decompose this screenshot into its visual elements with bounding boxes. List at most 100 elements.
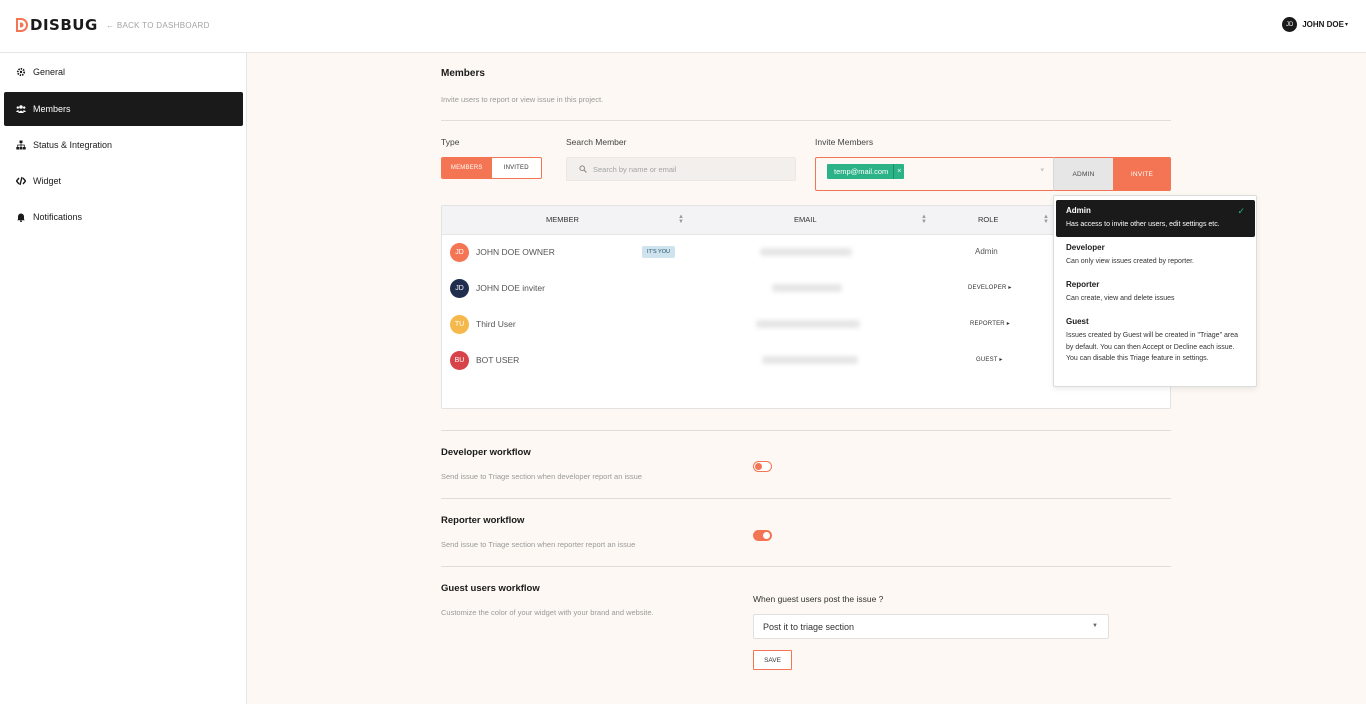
sidebar: General Members Status & Integration Wid… [0, 53, 247, 704]
role-option-name: Guest [1066, 317, 1089, 326]
page-title: Members [441, 68, 485, 79]
email-tag-text: temp@mail.com [834, 167, 889, 176]
reporter-workflow-toggle[interactable] [753, 530, 772, 541]
user-menu[interactable]: JD JOHN DOE ▾ [1282, 17, 1348, 32]
caret-down-icon: ▾ [1344, 22, 1348, 28]
guest-post-select[interactable]: Post it to triage section ▼ [753, 614, 1109, 639]
member-name: BOT USER [476, 355, 520, 365]
code-icon [15, 176, 26, 187]
sidebar-item-label: Members [33, 104, 71, 114]
disbug-logo[interactable]: DISBUG [16, 16, 98, 34]
toggle-knob [763, 532, 770, 539]
sidebar-item-label: Status & Integration [33, 140, 113, 150]
user-avatar: JD [1282, 17, 1298, 32]
toggle-knob [755, 463, 762, 470]
user-name: JOHN DOE [1302, 20, 1344, 29]
back-to-dashboard-link[interactable]: ← BACK TO DASHBOARD [106, 21, 210, 30]
role-select-button[interactable]: ADMIN [1053, 157, 1113, 191]
sidebar-item-general[interactable]: General [4, 55, 243, 89]
email-tag: temp@mail.com × [827, 164, 905, 179]
role-option-admin[interactable]: Admin Has access to invite other users, … [1056, 200, 1255, 237]
avatar: JD [450, 279, 469, 298]
member-name: Third User [476, 319, 516, 329]
divider [441, 566, 1171, 567]
sort-icon[interactable]: ▲ ▼ [921, 214, 927, 225]
email-redacted [760, 248, 852, 256]
member-name: JOHN DOE inviter [476, 283, 545, 293]
invite-label: Invite Members [815, 137, 874, 147]
role-option-description: Can create, view and delete issues [1066, 295, 1175, 302]
developer-workflow-title: Developer workflow [441, 447, 531, 458]
sort-icon[interactable]: ▲ ▼ [678, 214, 684, 225]
remove-tag-icon[interactable]: × [893, 164, 904, 179]
users-icon [15, 104, 26, 115]
sidebar-item-label: Widget [33, 176, 62, 186]
member-role-dropdown[interactable]: REPORTER ▸ [970, 320, 1010, 327]
column-header-email[interactable]: EMAIL [794, 215, 817, 224]
email-redacted [762, 356, 858, 364]
search-box [566, 157, 796, 181]
divider [441, 120, 1171, 121]
column-header-member[interactable]: MEMBER [546, 215, 579, 224]
member-role: Admin [975, 247, 998, 256]
save-button[interactable]: SAVE [753, 650, 792, 670]
reporter-workflow-description: Send issue to Triage section when report… [441, 540, 636, 549]
divider [441, 498, 1171, 499]
search-input[interactable] [593, 164, 783, 174]
avatar: TU [450, 315, 469, 334]
sidebar-item-widget[interactable]: Widget [4, 164, 243, 198]
sort-icon[interactable]: ▲ ▼ [1043, 214, 1049, 225]
developer-workflow-description: Send issue to Triage section when develo… [441, 472, 642, 481]
logo-mark-icon [16, 18, 28, 32]
guest-workflow-description: Customize the color of your widget with … [441, 608, 654, 617]
search-icon [579, 165, 587, 173]
invite-button[interactable]: INVITE [1113, 157, 1171, 191]
sidebar-item-notifications[interactable]: Notifications [4, 200, 243, 234]
guest-workflow-title: Guest users workflow [441, 583, 540, 594]
bell-icon [15, 212, 26, 223]
guest-post-selected-value: Post it to triage section [763, 621, 855, 632]
role-option-guest[interactable]: Guest Issues created by Guest will be cr… [1056, 311, 1255, 371]
avatar: JD [450, 243, 469, 262]
search-label: Search Member [566, 137, 627, 147]
sidebar-item-status-integration[interactable]: Status & Integration [4, 128, 243, 162]
type-label: Type [441, 137, 460, 147]
member-name: JOHN DOE OWNER [476, 247, 555, 257]
email-redacted [772, 284, 842, 292]
logo-text: DISBUG [30, 16, 98, 34]
divider [441, 430, 1171, 431]
developer-workflow-toggle[interactable] [753, 461, 772, 472]
sidebar-item-label: General [33, 67, 66, 77]
role-option-name: Admin [1066, 206, 1091, 215]
member-role-dropdown[interactable]: DEVELOPER ▸ [968, 284, 1012, 291]
member-role-dropdown[interactable]: GUEST ▸ [976, 356, 1003, 363]
role-option-description: Issues created by Guest will be created … [1066, 332, 1239, 362]
top-header: DISBUG ← BACK TO DASHBOARD JD JOHN DOE ▾ [0, 0, 1366, 53]
role-dropdown-menu: Admin Has access to invite other users, … [1053, 195, 1257, 387]
type-members-button[interactable]: MEMBERS [442, 158, 492, 178]
gear-icon [15, 67, 26, 78]
type-toggle: MEMBERS INVITED [441, 157, 542, 179]
member-role: GUEST [976, 357, 998, 363]
checkmark-icon: ✓ [1237, 206, 1245, 216]
avatar: BU [450, 351, 469, 370]
page-description: Invite users to report or view issue in … [441, 95, 604, 104]
guest-post-question: When guest users post the issue ? [753, 594, 884, 604]
column-header-role[interactable]: ROLE [978, 215, 998, 224]
invite-email-input[interactable]: temp@mail.com × ▾ [815, 157, 1053, 191]
member-role: REPORTER [970, 321, 1005, 327]
reporter-workflow-title: Reporter workflow [441, 515, 525, 526]
sidebar-item-members[interactable]: Members [4, 92, 243, 126]
sidebar-item-label: Notifications [33, 212, 83, 222]
member-role: DEVELOPER [968, 285, 1007, 291]
chevron-down-icon: ▼ [1092, 623, 1098, 629]
email-redacted [756, 320, 860, 328]
role-option-description: Has access to invite other users, edit s… [1066, 221, 1220, 228]
type-invited-button[interactable]: INVITED [492, 158, 542, 178]
role-option-name: Developer [1066, 243, 1105, 252]
sitemap-icon [15, 140, 26, 151]
chevron-down-icon[interactable]: ▾ [1040, 166, 1044, 174]
its-you-badge: IT'S YOU [642, 246, 675, 258]
role-option-reporter[interactable]: Reporter Can create, view and delete iss… [1056, 274, 1255, 311]
role-option-developer[interactable]: Developer Can only view issues created b… [1056, 237, 1255, 274]
